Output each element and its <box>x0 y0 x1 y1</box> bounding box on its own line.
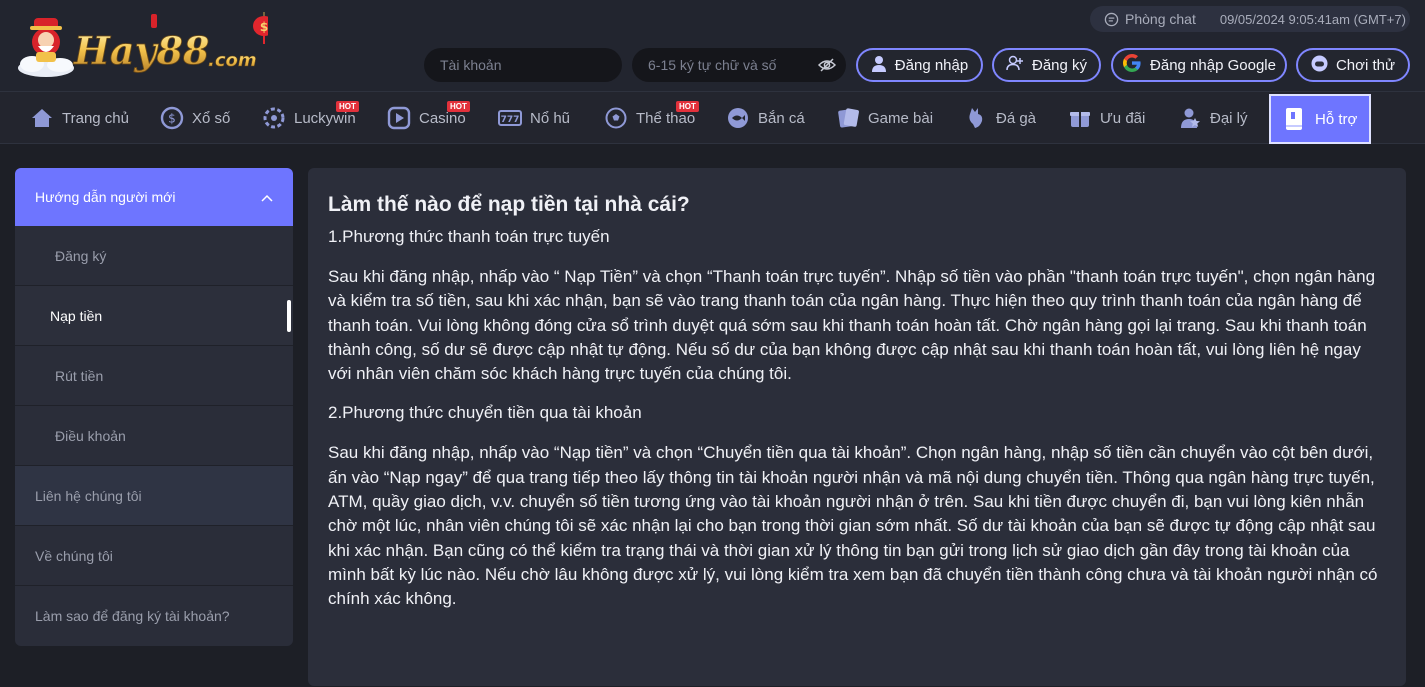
google-login-button[interactable]: Đăng nhập Google <box>1111 48 1287 82</box>
hay88-logo[interactable]: $ Hay88 .com <box>16 12 268 80</box>
fish-icon <box>726 106 750 130</box>
gamepad-icon <box>1311 55 1328 76</box>
nav-label: Đại lý <box>1210 109 1248 127</box>
sidebar-item-terms[interactable]: Điều khoản <box>15 406 293 466</box>
login-label: Đăng nhập <box>894 56 969 74</box>
try-play-button[interactable]: Chơi thử <box>1296 48 1410 82</box>
active-indicator <box>287 300 291 332</box>
username-input[interactable] <box>440 57 622 73</box>
sidebar-item-deposit[interactable]: Nạp tiền <box>15 286 293 346</box>
book-icon <box>1283 107 1305 131</box>
nav-label: Bắn cá <box>758 109 805 127</box>
soccer-ball-icon <box>604 106 628 130</box>
main-nav: Trang chủ $ Xổ số Luckywin HOT Casino HO… <box>0 92 1425 144</box>
nav-item-casino[interactable]: Casino HOT <box>387 92 470 144</box>
hot-badge: HOT <box>447 101 470 112</box>
agent-icon <box>1178 106 1202 130</box>
chat-icon <box>1104 12 1119 27</box>
nav-label: Xổ số <box>192 109 231 127</box>
nav-item-luckywin[interactable]: Luckywin HOT <box>262 92 359 144</box>
try-play-label: Chơi thử <box>1335 56 1396 74</box>
register-button[interactable]: Đăng ký <box>992 48 1101 82</box>
sidebar-item-label: Rút tiền <box>55 367 104 384</box>
lottery-coin-icon: $ <box>160 106 184 130</box>
eye-hidden-icon[interactable] <box>817 57 837 76</box>
sidebar-item-label: Điều khoản <box>55 427 126 444</box>
sidebar-item-how-to-register[interactable]: Làm sao để đăng ký tài khoản? <box>15 586 293 646</box>
article-panel: Làm thế nào để nạp tiền tại nhà cái? 1.P… <box>308 168 1406 686</box>
password-field[interactable] <box>632 48 846 82</box>
svg-text:.com: .com <box>208 50 257 71</box>
user-icon <box>871 55 887 76</box>
play-icon <box>387 106 411 130</box>
article-title: Làm thế nào để nạp tiền tại nhà cái? <box>328 193 690 216</box>
login-button[interactable]: Đăng nhập <box>856 48 983 82</box>
register-label: Đăng ký <box>1031 56 1088 74</box>
sidebar-item-label: Liên hệ chúng tôi <box>35 487 142 504</box>
gift-icon <box>1068 106 1092 130</box>
nav-item-support[interactable]: Hỗ trợ <box>1269 94 1372 144</box>
nav-item-fishing[interactable]: Bắn cá <box>726 92 805 144</box>
sidebar-item-label: Làm sao để đăng ký tài khoản? <box>35 608 230 624</box>
svg-text:777: 777 <box>501 115 520 125</box>
site-header: $ Hay88 .com Phòng chat 09/05/2024 9:05:… <box>0 0 1425 92</box>
hot-badge: HOT <box>676 101 699 112</box>
section-body: Sau khi đăng nhập, nhấp vào “ Nạp Tiền” … <box>328 267 1376 384</box>
section-heading: 1.Phương thức thanh toán trực tuyến <box>328 227 610 246</box>
nav-item-card-games[interactable]: Game bài <box>836 92 933 144</box>
sidebar-item-label: Nạp tiền <box>50 307 103 324</box>
nav-item-sports[interactable]: Thể thao HOT <box>604 92 699 144</box>
nav-item-agent[interactable]: Đại lý <box>1178 92 1248 144</box>
nav-item-home[interactable]: Trang chủ <box>30 92 129 144</box>
datetime: 09/05/2024 9:05:41am (GMT+7) <box>1219 11 1406 27</box>
clock-bar: Phòng chat 09/05/2024 9:05:41am (GMT+7) <box>1090 6 1410 32</box>
sidebar-item-label: Đăng ký <box>55 247 107 264</box>
sidebar-item-register[interactable]: Đăng ký <box>15 226 293 286</box>
rooster-icon <box>964 106 988 130</box>
home-icon <box>30 106 54 130</box>
svg-text:Hay88: Hay88 <box>73 28 210 73</box>
svg-text:$: $ <box>260 20 268 34</box>
section-heading: 2.Phương thức chuyển tiền qua tài khoản <box>328 403 642 423</box>
wheel-icon <box>262 106 286 130</box>
sidebar-item-about[interactable]: Về chúng tôi <box>15 526 293 586</box>
chevron-up-icon <box>261 189 273 205</box>
nav-item-slots[interactable]: 777 Nổ hũ <box>498 92 570 144</box>
username-field[interactable] <box>424 48 622 82</box>
google-icon <box>1122 53 1142 77</box>
nav-item-promotions[interactable]: Ưu đãi <box>1068 92 1145 144</box>
sidebar-item-label: Về chúng tôi <box>35 547 113 564</box>
svg-text:$: $ <box>168 112 176 126</box>
nav-label: Casino <box>419 109 466 127</box>
card-icon <box>836 106 860 130</box>
nav-item-lottery[interactable]: $ Xổ số <box>160 92 230 144</box>
chat-label: Phòng chat <box>1125 11 1196 27</box>
nav-label: Trang chủ <box>62 109 129 127</box>
nav-label: Ưu đãi <box>1100 109 1146 127</box>
add-user-icon <box>1006 55 1024 75</box>
nav-label: Nổ hũ <box>530 109 571 127</box>
hot-badge: HOT <box>336 101 359 112</box>
sidebar-group-title: Hướng dẫn người mới <box>35 189 176 205</box>
slot-777-icon: 777 <box>498 106 522 130</box>
sidebar-group-newbie-guide[interactable]: Hướng dẫn người mới <box>15 168 293 226</box>
sidebar-item-withdraw[interactable]: Rút tiền <box>15 346 293 406</box>
nav-label: Đá gà <box>996 109 1037 127</box>
nav-label: Game bài <box>868 109 934 127</box>
nav-label: Luckywin <box>294 109 356 127</box>
sidebar-item-contact[interactable]: Liên hệ chúng tôi <box>15 466 293 526</box>
nav-label: Hỗ trợ <box>1315 110 1358 128</box>
nav-label: Thể thao <box>636 109 696 127</box>
password-input[interactable] <box>648 57 846 73</box>
chat-button[interactable]: Phòng chat <box>1090 6 1210 32</box>
section-body: Sau khi đăng nhập, nhấp vào “Nạp tiền” v… <box>328 443 1378 609</box>
google-login-label: Đăng nhập Google <box>1150 56 1276 74</box>
help-sidebar: Hướng dẫn người mới Đăng ký Nạp tiền Rút… <box>15 168 293 646</box>
nav-item-cockfight[interactable]: Đá gà <box>964 92 1036 144</box>
